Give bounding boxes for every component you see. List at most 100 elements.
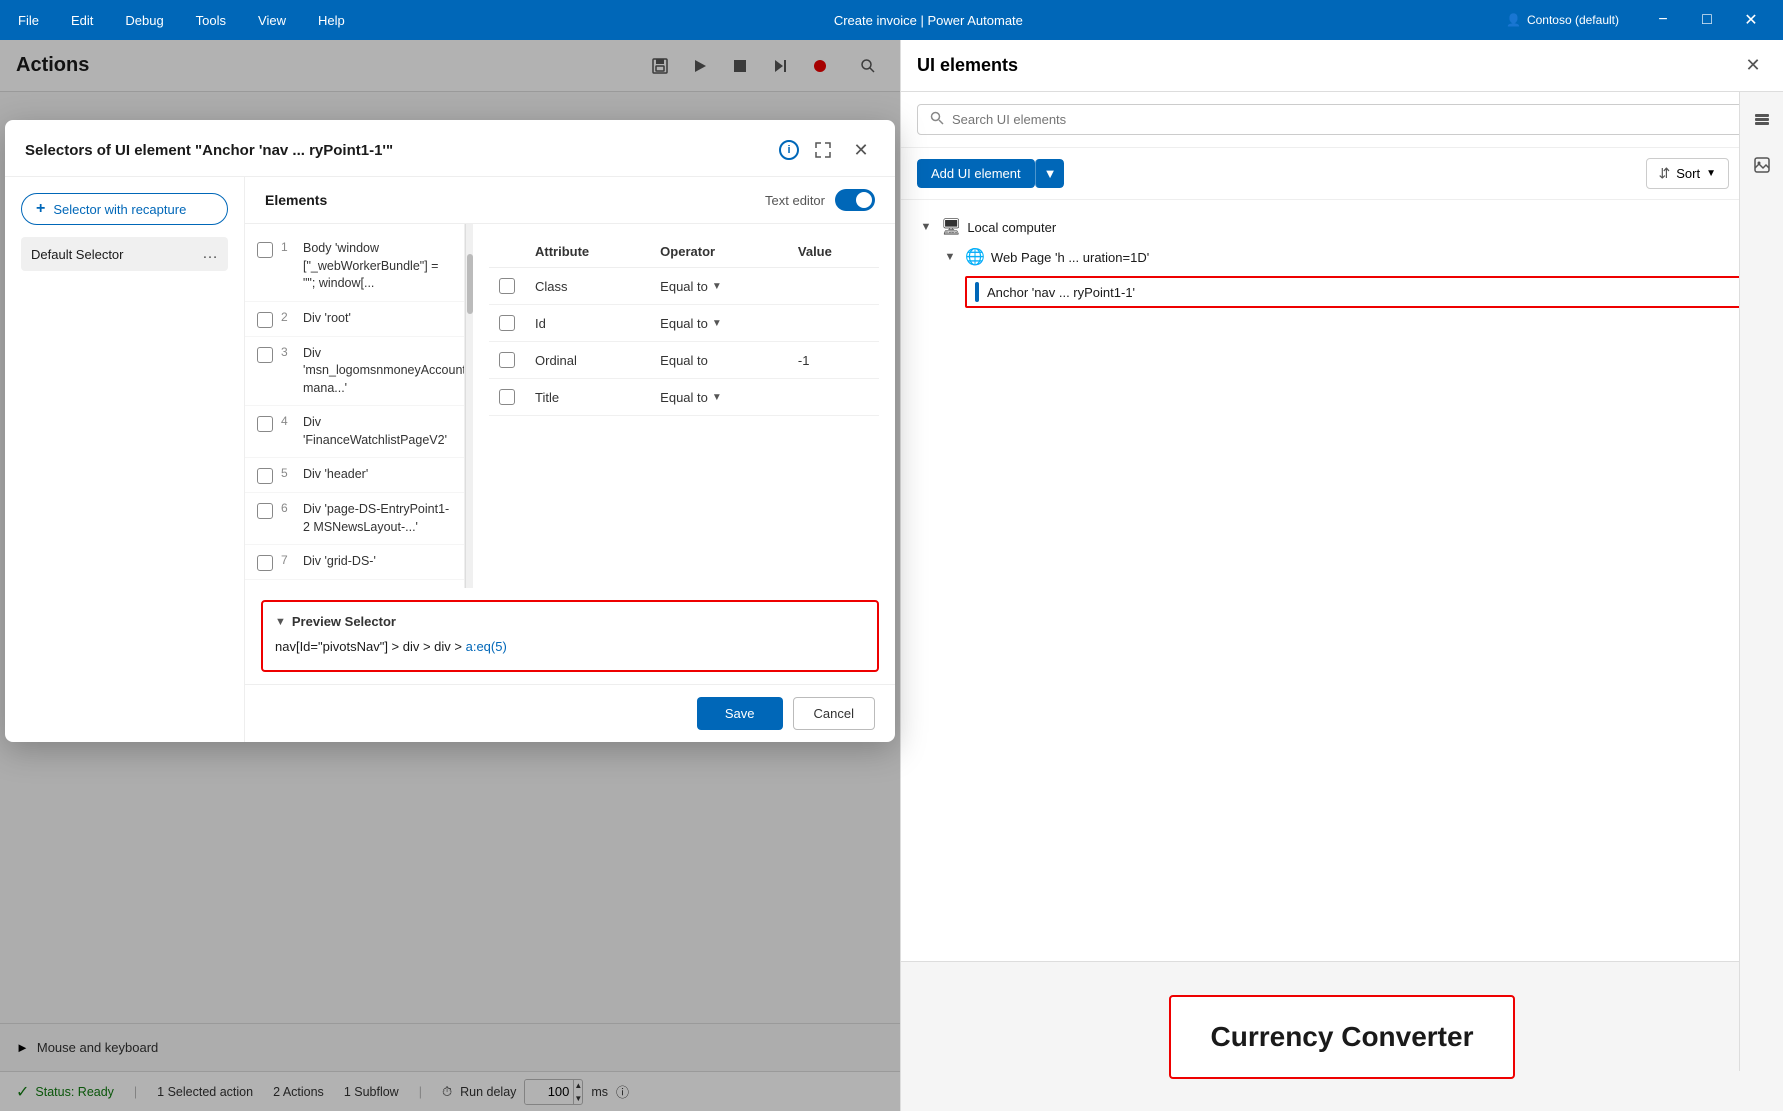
attr-value-title bbox=[788, 379, 879, 416]
dialog-header: Selectors of UI element "Anchor 'nav ...… bbox=[5, 120, 895, 177]
ui-elements-header: UI elements ✕ bbox=[901, 40, 1783, 92]
preview-section-title: Preview Selector bbox=[292, 614, 396, 629]
tree-expand-icon[interactable]: ▼ bbox=[917, 218, 935, 236]
element-item-4[interactable]: 4 Div 'FinanceWatchlistPageV2' bbox=[245, 406, 464, 458]
preview-chevron-icon[interactable]: ▼ bbox=[275, 616, 286, 628]
selector-dialog: Selectors of UI element "Anchor 'nav ...… bbox=[5, 120, 895, 742]
dialog-info-icon[interactable]: i bbox=[779, 140, 799, 160]
add-ui-dropdown-button[interactable]: ▼ bbox=[1035, 159, 1065, 188]
sort-button[interactable]: ⇵ Sort ▼ bbox=[1646, 158, 1729, 189]
selected-indicator bbox=[975, 282, 979, 302]
globe-icon: 🌐 bbox=[965, 247, 985, 267]
ui-elements-toolbar: Add UI element ▼ ⇵ Sort ▼ ⋮ bbox=[901, 148, 1783, 200]
default-selector-label: Default Selector bbox=[31, 247, 124, 262]
element-checkbox-6[interactable] bbox=[257, 503, 273, 519]
attr-value-id bbox=[788, 305, 879, 342]
menu-tools[interactable]: Tools bbox=[190, 9, 232, 32]
menu-debug[interactable]: Debug bbox=[119, 9, 169, 32]
menu-file[interactable]: File bbox=[12, 9, 45, 32]
element-checkbox-2[interactable] bbox=[257, 312, 273, 328]
elements-section-title: Elements bbox=[265, 192, 327, 208]
attr-checkbox-title[interactable] bbox=[499, 389, 515, 405]
win-controls: − □ ✕ bbox=[1643, 0, 1771, 40]
attr-col-checkbox bbox=[489, 236, 525, 268]
attr-row-ordinal: Ordinal Equal to -1 bbox=[489, 342, 879, 379]
menu-help[interactable]: Help bbox=[312, 9, 351, 32]
attr-operator-class[interactable]: Equal to▼ bbox=[660, 279, 778, 294]
attr-name-class: Class bbox=[525, 268, 650, 305]
dialog-expand-button[interactable] bbox=[809, 136, 837, 164]
save-button[interactable]: Save bbox=[697, 697, 783, 730]
anchor-row[interactable]: Anchor 'nav ... ryPoint1-1' bbox=[965, 276, 1767, 308]
search-icon bbox=[930, 111, 944, 128]
title-bar-menus: File Edit Debug Tools View Help bbox=[12, 9, 351, 32]
add-ui-button-group: Add UI element ▼ bbox=[917, 159, 1064, 188]
ui-elements-close-button[interactable]: ✕ bbox=[1739, 52, 1767, 80]
menu-view[interactable]: View bbox=[252, 9, 292, 32]
selector-dots-icon[interactable]: … bbox=[202, 245, 218, 263]
attr-checkbox-id[interactable] bbox=[499, 315, 515, 331]
add-ui-element-button[interactable]: Add UI element bbox=[917, 159, 1035, 188]
selector-recapture-button[interactable]: + Selector with recapture bbox=[21, 193, 228, 225]
element-checkbox-4[interactable] bbox=[257, 416, 273, 432]
element-checkbox-7[interactable] bbox=[257, 555, 273, 571]
element-item-5[interactable]: 5 Div 'header' bbox=[245, 458, 464, 493]
search-wrapper bbox=[917, 104, 1767, 135]
cancel-button[interactable]: Cancel bbox=[793, 697, 875, 730]
title-bar: File Edit Debug Tools View Help Create i… bbox=[0, 0, 1783, 40]
left-panel: Actions bbox=[0, 40, 900, 1111]
attr-operator-ordinal[interactable]: Equal to bbox=[660, 353, 778, 368]
attr-row-id: Id Equal to▼ bbox=[489, 305, 879, 342]
element-item-1[interactable]: 1 Body 'window ["_webWorkerBundle"] = ""… bbox=[245, 232, 464, 302]
chevron-down-icon: ▼ bbox=[712, 281, 722, 292]
dialog-main: Elements Text editor bbox=[245, 177, 895, 742]
element-item-6[interactable]: 6 Div 'page-DS-EntryPoint1-2 MSNewsLayou… bbox=[245, 493, 464, 545]
maximize-button[interactable]: □ bbox=[1687, 0, 1727, 40]
title-bar-right: 👤 Contoso (default) − □ ✕ bbox=[1506, 0, 1771, 40]
dialog-title: Selectors of UI element "Anchor 'nav ...… bbox=[25, 142, 769, 159]
local-computer-row[interactable]: ▼ 🖥 Local computer bbox=[917, 212, 1767, 242]
webpage-row[interactable]: ▼ 🌐 Web Page 'h ... uration=1D' bbox=[941, 242, 1767, 272]
webpage-label: Web Page 'h ... uration=1D' bbox=[991, 250, 1149, 265]
layers-icon[interactable] bbox=[1747, 104, 1777, 134]
element-item-2[interactable]: 2 Div 'root' bbox=[245, 302, 464, 337]
minimize-button[interactable]: − bbox=[1643, 0, 1683, 40]
window-title: Create invoice | Power Automate bbox=[351, 13, 1506, 28]
element-item-3[interactable]: 3 Div 'msn_logomsnmoneyAccount mana...' bbox=[245, 337, 464, 407]
element-checkbox-1[interactable] bbox=[257, 242, 273, 258]
dialog-overlay: Selectors of UI element "Anchor 'nav ...… bbox=[0, 40, 900, 1111]
elements-scrollbar[interactable] bbox=[465, 224, 473, 588]
attr-checkbox-ordinal[interactable] bbox=[499, 352, 515, 368]
local-computer-node: ▼ 🖥 Local computer ▼ 🌐 Web Page 'h ... u… bbox=[917, 212, 1767, 308]
dialog-body: + Selector with recapture Default Select… bbox=[5, 177, 895, 742]
attr-operator-title[interactable]: Equal to▼ bbox=[660, 390, 778, 405]
image-icon[interactable] bbox=[1747, 150, 1777, 180]
text-editor-toggle[interactable] bbox=[835, 189, 875, 211]
monitor-icon: 🖥 bbox=[941, 217, 961, 237]
attributes-panel: Attribute Operator Value Class bbox=[473, 224, 895, 588]
element-checkbox-5[interactable] bbox=[257, 468, 273, 484]
webpage-expand-icon[interactable]: ▼ bbox=[941, 248, 959, 266]
attr-col-operator: Operator bbox=[650, 236, 788, 268]
tree-children: ▼ 🌐 Web Page 'h ... uration=1D' Anchor '… bbox=[917, 242, 1767, 308]
attr-operator-id[interactable]: Equal to▼ bbox=[660, 316, 778, 331]
sort-label: Sort bbox=[1676, 166, 1700, 181]
preview-label: ▼ Preview Selector bbox=[275, 614, 865, 629]
attr-checkbox-class[interactable] bbox=[499, 278, 515, 294]
close-button[interactable]: ✕ bbox=[1731, 0, 1771, 40]
main-layout: Actions bbox=[0, 40, 1783, 1111]
default-selector-item[interactable]: Default Selector … bbox=[21, 237, 228, 271]
text-editor-row: Text editor bbox=[765, 189, 875, 211]
menu-edit[interactable]: Edit bbox=[65, 9, 99, 32]
element-text-1: Body 'window ["_webWorkerBundle"] = ""; … bbox=[303, 240, 452, 293]
preview-code: nav[Id="pivotsNav"] > div > div > a:eq(5… bbox=[275, 637, 865, 658]
elements-list: 1 Body 'window ["_webWorkerBundle"] = ""… bbox=[245, 224, 465, 588]
element-checkbox-3[interactable] bbox=[257, 347, 273, 363]
dialog-close-button[interactable]: ✕ bbox=[847, 136, 875, 164]
attr-name-ordinal: Ordinal bbox=[525, 342, 650, 379]
attr-row-title: Title Equal to▼ bbox=[489, 379, 879, 416]
webpage-node: ▼ 🌐 Web Page 'h ... uration=1D' Anchor '… bbox=[941, 242, 1767, 308]
search-input[interactable] bbox=[952, 112, 1754, 127]
preview-selector: ▼ Preview Selector nav[Id="pivotsNav"] >… bbox=[261, 600, 879, 672]
element-item-7[interactable]: 7 Div 'grid-DS-' bbox=[245, 545, 464, 580]
